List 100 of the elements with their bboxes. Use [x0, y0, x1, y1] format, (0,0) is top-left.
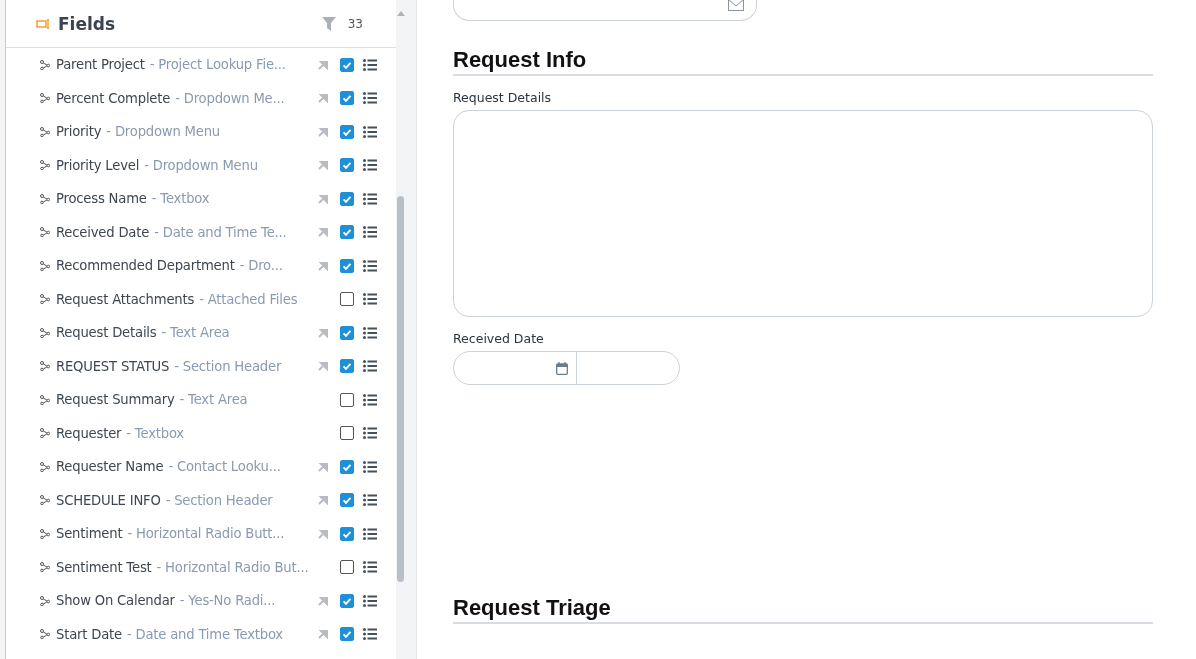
checkbox[interactable]: [340, 191, 354, 206]
field-name[interactable]: Received Date: [56, 224, 150, 240]
list-icon[interactable]: [363, 259, 377, 272]
scrollbar-thumb[interactable]: [397, 196, 404, 582]
arrow-icon[interactable]: [318, 327, 328, 338]
arrow-icon[interactable]: [318, 528, 328, 539]
field-name[interactable]: Sentiment: [56, 526, 123, 542]
field-label: Received Date: [453, 331, 545, 346]
field-type: - Contact Looku...: [168, 459, 281, 475]
list-icon[interactable]: [363, 326, 377, 339]
branch-icon: [40, 394, 50, 405]
checkbox[interactable]: [340, 493, 354, 508]
filter-icon[interactable]: [321, 16, 336, 31]
arrow-icon[interactable]: [318, 260, 328, 271]
checkbox[interactable]: [340, 359, 354, 374]
section-heading: Request Info: [453, 47, 1153, 76]
field-name[interactable]: Process Name: [56, 191, 147, 207]
section-heading: Request Triage: [453, 595, 1153, 624]
branch-icon: [40, 126, 50, 137]
branch-icon: [40, 495, 50, 506]
list-icon[interactable]: [363, 58, 377, 71]
list-icon[interactable]: [363, 92, 377, 105]
field-name[interactable]: SCHEDULE INFO: [56, 492, 161, 508]
list-icon[interactable]: [363, 125, 377, 138]
checkbox[interactable]: [340, 91, 354, 106]
field-type: - Yes-No Radi...: [179, 593, 276, 609]
checkbox[interactable]: [340, 158, 354, 173]
checkbox[interactable]: [340, 124, 354, 139]
arrow-icon[interactable]: [318, 126, 328, 137]
checkbox[interactable]: [340, 225, 354, 240]
list-icon[interactable]: [363, 192, 377, 205]
arrow-icon[interactable]: [318, 361, 328, 372]
checkbox[interactable]: [340, 57, 354, 72]
field-icon: [36, 18, 52, 29]
arrow-icon[interactable]: [318, 93, 328, 104]
field-name[interactable]: Recommended Department: [56, 258, 235, 274]
arrow-icon[interactable]: [318, 461, 328, 472]
field-name[interactable]: Priority Level: [56, 157, 140, 173]
list-icon[interactable]: [363, 628, 377, 641]
list-icon[interactable]: [363, 226, 377, 239]
field-name[interactable]: Parent Project: [56, 57, 145, 73]
list-icon[interactable]: [363, 594, 377, 607]
checkbox[interactable]: [340, 258, 354, 273]
checkbox[interactable]: [340, 426, 354, 441]
list-icon[interactable]: [363, 527, 377, 540]
checkbox[interactable]: [340, 526, 354, 541]
branch-icon: [40, 227, 50, 238]
field-type: - Section Header: [174, 358, 282, 374]
field-name[interactable]: Priority: [56, 124, 102, 140]
field-name[interactable]: Requester: [56, 425, 122, 441]
arrow-icon[interactable]: [318, 227, 328, 238]
field-name[interactable]: Percent Complete: [56, 90, 171, 106]
field-count: 33: [347, 16, 363, 31]
field-type: - Dro...: [239, 258, 283, 274]
arrow-icon[interactable]: [318, 495, 328, 506]
field-type: - Attached Files: [199, 291, 298, 307]
field-type: - Dropdown Menu: [144, 157, 258, 173]
arrow-icon[interactable]: [318, 595, 328, 606]
checkbox[interactable]: [340, 560, 354, 575]
checkbox[interactable]: [340, 459, 354, 474]
field-type: - Textbox: [151, 191, 210, 207]
field-type: - Section Header: [165, 492, 273, 508]
field-name[interactable]: Request Summary: [56, 392, 175, 408]
branch-icon: [40, 361, 50, 372]
field-name[interactable]: Show On Calendar: [56, 593, 175, 609]
list-icon[interactable]: [363, 494, 377, 507]
branch-icon: [40, 294, 50, 305]
field-label: Request Details: [453, 90, 553, 105]
branch-icon: [40, 595, 50, 606]
list-icon[interactable]: [363, 393, 377, 406]
field-type: - Dropdown Menu: [106, 124, 220, 140]
field-name[interactable]: Start Date: [56, 626, 122, 642]
field-name[interactable]: Requester Name: [56, 459, 164, 475]
envelope-icon: [728, 0, 744, 11]
arrow-icon[interactable]: [318, 59, 328, 70]
field-name[interactable]: Request Attachments: [56, 291, 195, 307]
list-icon[interactable]: [363, 460, 377, 473]
checkbox[interactable]: [340, 627, 354, 642]
scroll-up-arrow[interactable]: [397, 11, 405, 16]
field-name[interactable]: Request Details: [56, 325, 157, 341]
field-type: - Horizontal Radio Butt...: [127, 526, 285, 542]
checkbox[interactable]: [340, 392, 354, 407]
list-icon[interactable]: [363, 360, 377, 373]
list-icon[interactable]: [363, 159, 377, 172]
field-name[interactable]: REQUEST STATUS: [56, 358, 170, 374]
checkbox[interactable]: [340, 292, 354, 307]
list-icon[interactable]: [363, 561, 377, 574]
field-type: - Text Area: [179, 392, 248, 408]
list-icon[interactable]: [363, 427, 377, 440]
branch-icon: [40, 260, 50, 271]
branch-icon: [40, 629, 50, 640]
list-icon[interactable]: [363, 293, 377, 306]
arrow-icon[interactable]: [318, 160, 328, 171]
field-type: - Textbox: [126, 425, 184, 441]
checkbox[interactable]: [340, 593, 354, 608]
checkbox[interactable]: [340, 325, 354, 340]
branch-icon: [40, 562, 50, 573]
field-name[interactable]: Sentiment Test: [56, 559, 152, 575]
arrow-icon[interactable]: [318, 629, 328, 640]
arrow-icon[interactable]: [318, 193, 328, 204]
